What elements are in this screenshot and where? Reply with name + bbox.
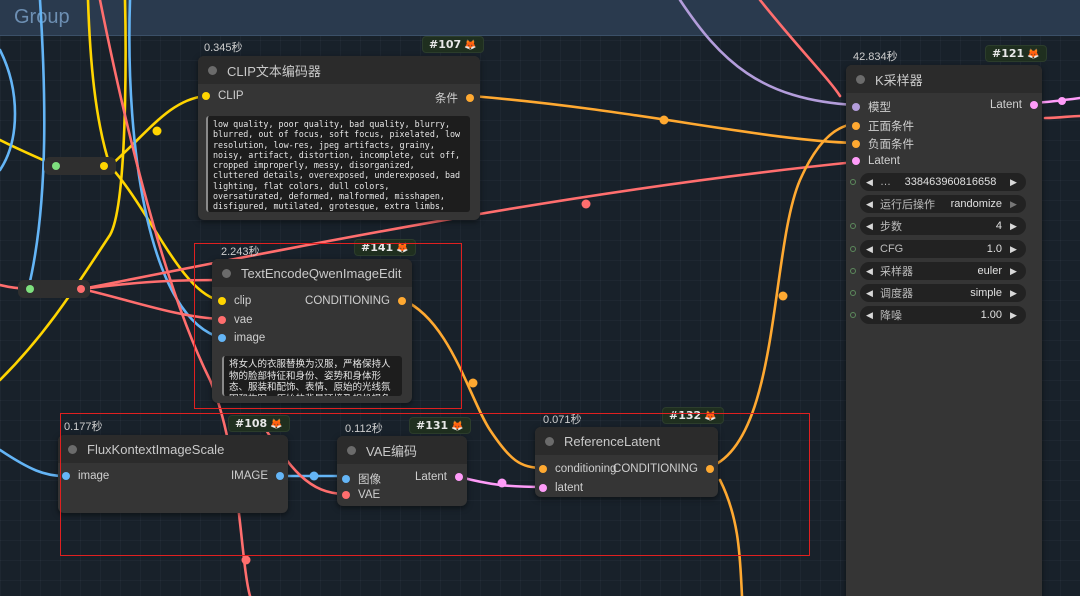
- wire-vae: [758, 0, 842, 98]
- widget-seed[interactable]: ◀ … 338463960816658 ▶: [860, 173, 1026, 191]
- reroute-clip[interactable]: [44, 157, 116, 175]
- widget-label: 降噪: [880, 310, 902, 322]
- wire-vae: [1043, 114, 1080, 120]
- collapse-dot-icon[interactable]: [208, 65, 217, 75]
- widget-input-dot[interactable]: [850, 223, 856, 229]
- slot-label: 负面条件: [868, 139, 914, 151]
- decrement-arrow-icon[interactable]: ◀: [866, 199, 876, 210]
- widget-label: 步数: [880, 221, 902, 233]
- increment-arrow-icon[interactable]: ▶: [1010, 177, 1020, 188]
- wire-clip: [86, 0, 112, 168]
- node-canvas[interactable]: Group 0.345秒 #107 🦊 CLIP文本编码器 CLIP 条件 lo…: [0, 0, 1080, 596]
- wire-cond: [540, 0, 855, 124]
- ksampler-node[interactable]: K采样器 模型 正面条件 负面条件 Latent Latent ◀ … 3384…: [846, 65, 1042, 596]
- node-title: CLIP文本编码器: [227, 63, 321, 79]
- collapse-dot-icon[interactable]: [856, 74, 865, 84]
- node-id-badge: #107 🦊: [422, 36, 484, 53]
- widget-input-dot[interactable]: [850, 246, 856, 252]
- widget-value: 1.00: [980, 309, 1002, 321]
- widget-value: 1.0: [986, 243, 1002, 255]
- decrement-arrow-icon[interactable]: ◀: [866, 244, 876, 255]
- widget-input-dot[interactable]: [850, 268, 856, 274]
- widget-cfg[interactable]: ◀ CFG 1.0 ▶: [860, 240, 1026, 258]
- node-title-bar[interactable]: CLIP文本编码器: [198, 56, 480, 84]
- input-slot-negative[interactable]: 负面条件: [852, 136, 914, 152]
- reroute-input-dot[interactable]: [26, 285, 34, 293]
- widget-label: 调度器: [880, 288, 913, 300]
- increment-arrow-icon[interactable]: ▶: [1010, 310, 1020, 321]
- widget-prefix: …: [880, 176, 891, 188]
- widget-scheduler[interactable]: ◀ 调度器 simple ▶: [860, 284, 1026, 302]
- widget-value: euler: [977, 265, 1002, 277]
- fox-icon: 🦊: [464, 40, 477, 51]
- decrement-arrow-icon[interactable]: ◀: [866, 266, 876, 277]
- wire-clip: [0, 0, 127, 382]
- increment-arrow-icon[interactable]: ▶: [1010, 266, 1020, 277]
- slot-label: 条件: [435, 93, 458, 105]
- slot-label: 正面条件: [868, 121, 914, 133]
- node-title-bar[interactable]: K采样器: [846, 65, 1042, 93]
- reroute-output-dot[interactable]: [77, 285, 85, 293]
- node-timing: 0.345秒: [204, 42, 243, 54]
- widget-steps[interactable]: ◀ 步数 4 ▶: [860, 217, 1026, 235]
- input-slot-model[interactable]: 模型: [852, 99, 891, 115]
- highlight-box-latent-chain: [60, 413, 810, 556]
- input-slot-positive[interactable]: 正面条件: [852, 118, 914, 134]
- reroute-output-dot[interactable]: [100, 162, 108, 170]
- increment-arrow-icon[interactable]: ▶: [1010, 244, 1020, 255]
- decrement-arrow-icon[interactable]: ◀: [866, 177, 876, 188]
- fox-icon: 🦊: [1027, 49, 1040, 60]
- widget-sampler[interactable]: ◀ 采样器 euler ▶: [860, 262, 1026, 280]
- increment-arrow-icon[interactable]: ▶: [1010, 199, 1020, 210]
- widget-denoise[interactable]: ◀ 降噪 1.00 ▶: [860, 306, 1026, 324]
- highlight-box-qwen: [194, 243, 462, 409]
- widget-label: 运行后操作: [880, 199, 935, 211]
- widget-input-dot[interactable]: [850, 312, 856, 318]
- wire-image: [0, 48, 17, 172]
- widget-control-after-generate[interactable]: ◀ 运行后操作 randomize ▶: [860, 195, 1026, 213]
- decrement-arrow-icon[interactable]: ◀: [866, 310, 876, 321]
- wire-image: [26, 0, 46, 292]
- widget-value: randomize: [950, 198, 1002, 210]
- increment-arrow-icon[interactable]: ▶: [1010, 221, 1020, 232]
- reroute-input-dot[interactable]: [52, 162, 60, 170]
- wire-image: [0, 448, 66, 478]
- node-id-badge: #121 🦊: [985, 45, 1047, 62]
- node-timing: 42.834秒: [853, 51, 898, 63]
- increment-arrow-icon[interactable]: ▶: [1010, 288, 1020, 299]
- decrement-arrow-icon[interactable]: ◀: [866, 288, 876, 299]
- widget-label: 采样器: [880, 266, 913, 278]
- clip-text-encode-node[interactable]: CLIP文本编码器 CLIP 条件 low quality, poor qual…: [198, 56, 480, 220]
- slot-label: 模型: [868, 102, 891, 114]
- output-slot-conditioning[interactable]: 条件: [435, 90, 474, 106]
- slot-label: Latent: [990, 99, 1022, 111]
- input-slot-latent[interactable]: Latent: [852, 155, 900, 167]
- prompt-textarea[interactable]: low quality, poor quality, bad quality, …: [206, 116, 470, 212]
- output-slot-latent[interactable]: Latent: [990, 99, 1038, 111]
- widget-value: simple: [970, 287, 1002, 299]
- decrement-arrow-icon[interactable]: ◀: [866, 221, 876, 232]
- reroute-vae[interactable]: [18, 280, 90, 298]
- wire-model: [678, 0, 857, 107]
- widget-input-dot[interactable]: [850, 179, 856, 185]
- widget-value: 4: [995, 220, 1002, 232]
- slot-label: CLIP: [218, 90, 244, 102]
- widget-value: 338463960816658: [904, 176, 997, 188]
- widget-input-dot[interactable]: [850, 290, 856, 296]
- node-title: K采样器: [875, 72, 923, 88]
- widget-label: CFG: [880, 243, 904, 255]
- slot-label: Latent: [868, 155, 900, 167]
- input-slot-clip[interactable]: CLIP: [202, 90, 244, 102]
